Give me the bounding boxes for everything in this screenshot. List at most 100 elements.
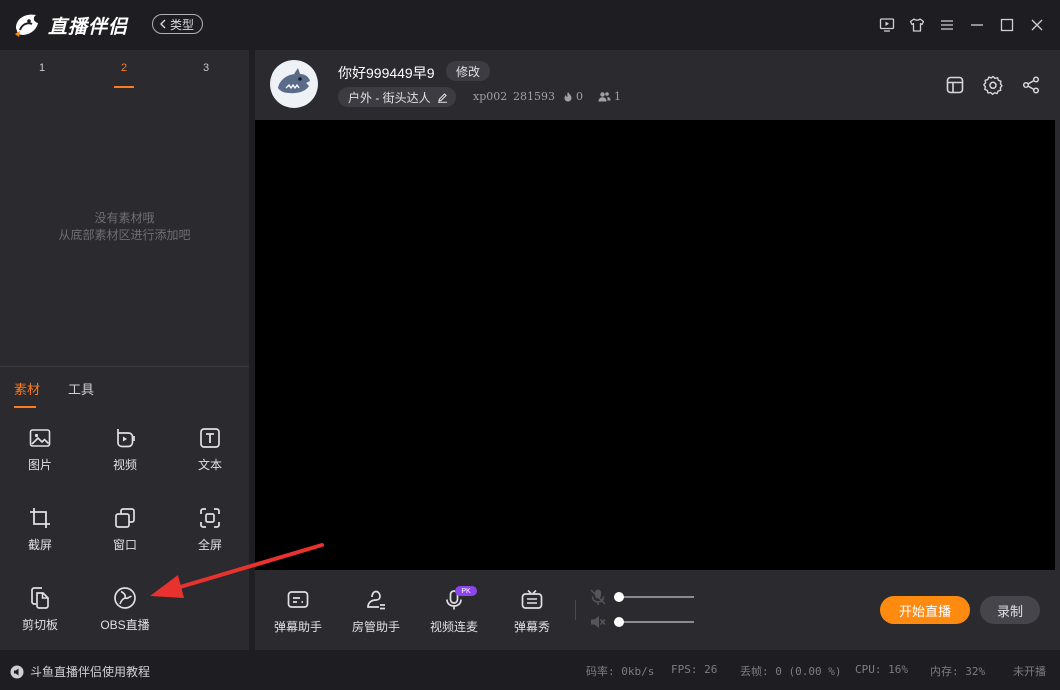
tool-text[interactable]: 文本 (180, 426, 240, 478)
room-id: 281593 (513, 90, 555, 103)
type-back-button[interactable]: 类型 (152, 14, 204, 34)
empty-message-line2: 从底部素材区进行添加吧 (58, 228, 191, 242)
danmu-show-button[interactable]: 弹幕秀 (502, 588, 562, 635)
tool-video-label: 视频 (112, 458, 137, 472)
toolbar-separator (575, 600, 576, 620)
room-admin-label: 房管助手 (351, 620, 400, 634)
tool-fullscreen[interactable]: 全屏 (180, 506, 240, 558)
shirt-icon[interactable] (902, 10, 932, 40)
tool-image-label: 图片 (27, 458, 52, 472)
obs-icon (114, 587, 136, 609)
dropped-frames-stat: 丢帧: 0 (0.00 %) (740, 665, 842, 678)
tool-clipboard[interactable]: 剪切板 (10, 586, 70, 638)
tool-text-label: 文本 (197, 458, 222, 472)
scene-tab-2[interactable]: 2 (104, 62, 144, 88)
speaker-muted-icon[interactable] (590, 614, 606, 630)
share-button[interactable] (1020, 74, 1042, 96)
room-title: 你好999449早9 (338, 65, 435, 81)
tool-video[interactable]: 视频 (95, 426, 155, 478)
speaker-icon (10, 665, 24, 678)
pk-badge: PK (455, 586, 477, 596)
mic-muted-icon[interactable] (590, 588, 606, 606)
chevron-left-icon (160, 19, 166, 29)
minimize-icon[interactable] (962, 10, 992, 40)
tool-clipboard-label: 剪切板 (21, 618, 58, 632)
room-admin-button[interactable]: 房管助手 (346, 588, 406, 635)
scene-tabs: 1 2 3 (0, 62, 249, 92)
cpu-stat: CPU: 16% (855, 663, 908, 676)
account-name: xp002 (473, 90, 508, 103)
gear-icon (983, 75, 1003, 95)
tool-screenshot[interactable]: 截屏 (10, 506, 70, 558)
mic-volume-handle[interactable] (614, 592, 624, 602)
left-panel: 1 2 3 没有素材哦 从底部素材区进行添加吧 素材 工具 图片 视频 文本 截… (0, 50, 249, 650)
fps-stat: FPS: 26 (671, 663, 718, 676)
layout-icon (946, 76, 964, 94)
danmu-assistant-icon (287, 591, 309, 608)
bitrate-stat: 码率: 0kb/s (586, 665, 655, 678)
heat-stat: 0 (563, 90, 583, 103)
speaker-volume-slider[interactable] (614, 617, 694, 627)
scene-empty-message: 没有素材哦 从底部素材区进行添加吧 (0, 210, 249, 244)
memory-stat: 内存: 32% (930, 665, 986, 678)
start-live-button[interactable]: 开始直播 (880, 596, 970, 624)
menu-icon[interactable] (932, 10, 962, 40)
settings-button[interactable] (982, 74, 1004, 96)
viewer-stat: 1 (598, 90, 621, 103)
tool-screenshot-label: 截屏 (27, 538, 52, 552)
flame-icon (564, 92, 572, 102)
title-bar: 直播伴侣 类型 (0, 0, 1060, 50)
clipboard-icon (31, 587, 49, 609)
room-header: 你好999449早9 修改 户外 - 街头达人 xp002 281593 0 1 (255, 50, 1060, 120)
speaker-volume-handle[interactable] (614, 617, 624, 627)
layout-button[interactable] (944, 74, 966, 96)
tutorial-link[interactable]: 斗鱼直播伴侣使用教程 (10, 663, 150, 680)
mic-volume-control (590, 588, 694, 606)
pencil-icon (437, 92, 447, 103)
danmu-show-label: 弹幕秀 (513, 620, 550, 634)
record-button[interactable]: 录制 (980, 596, 1040, 624)
text-icon (200, 428, 220, 448)
close-icon[interactable] (1022, 10, 1052, 40)
share-icon (1022, 76, 1040, 94)
users-icon (598, 92, 611, 102)
bottom-toolbar: 弹幕助手 房管助手 视频连麦 PK 弹幕秀 开始直播 录制 (255, 570, 1060, 650)
tool-obs-label: OBS直播 (100, 618, 150, 632)
monitor-play-icon[interactable] (872, 10, 902, 40)
category-selector[interactable]: 户外 - 街头达人 (338, 87, 456, 107)
category-label: 户外 - 街头达人 (348, 90, 431, 105)
live-status: 未开播 (1013, 665, 1046, 678)
tutorial-label: 斗鱼直播伴侣使用教程 (30, 665, 151, 679)
window-icon (115, 508, 135, 528)
material-tabs: 素材 工具 (14, 379, 94, 408)
tool-image[interactable]: 图片 (10, 426, 70, 478)
tool-fullscreen-label: 全屏 (197, 538, 222, 552)
mic-volume-slider[interactable] (614, 592, 694, 602)
viewer-value: 1 (614, 90, 621, 103)
preview-edge (1055, 120, 1060, 570)
scene-tab-1[interactable]: 1 (22, 62, 62, 74)
speaker-volume-control (590, 614, 694, 630)
avatar[interactable] (270, 60, 318, 108)
maximize-icon[interactable] (992, 10, 1022, 40)
empty-message-line1: 没有素材哦 (94, 211, 155, 225)
danmu-assistant-label: 弹幕助手 (273, 620, 322, 634)
stream-preview[interactable] (255, 120, 1055, 570)
tab-material[interactable]: 素材 (14, 379, 40, 408)
scene-tab-3[interactable]: 3 (186, 62, 226, 74)
edit-title-button[interactable]: 修改 (446, 61, 491, 81)
tv-icon (521, 589, 543, 609)
tool-window[interactable]: 窗口 (95, 506, 155, 558)
type-button-label: 类型 (170, 17, 195, 32)
tool-obs[interactable]: OBS直播 (95, 586, 155, 638)
shark-avatar-icon (272, 62, 316, 106)
status-bar: 斗鱼直播伴侣使用教程 码率: 0kb/s FPS: 26 丢帧: 0 (0.00… (0, 650, 1060, 690)
danmu-assistant-button[interactable]: 弹幕助手 (268, 588, 328, 635)
app-name: 直播伴侣 (48, 16, 129, 38)
tool-window-label: 窗口 (112, 538, 137, 552)
video-link-label: 视频连麦 (429, 620, 478, 634)
panel-divider (0, 366, 249, 367)
video-icon (117, 429, 135, 448)
video-link-button[interactable]: 视频连麦 (424, 588, 484, 635)
tab-tools[interactable]: 工具 (68, 379, 94, 406)
